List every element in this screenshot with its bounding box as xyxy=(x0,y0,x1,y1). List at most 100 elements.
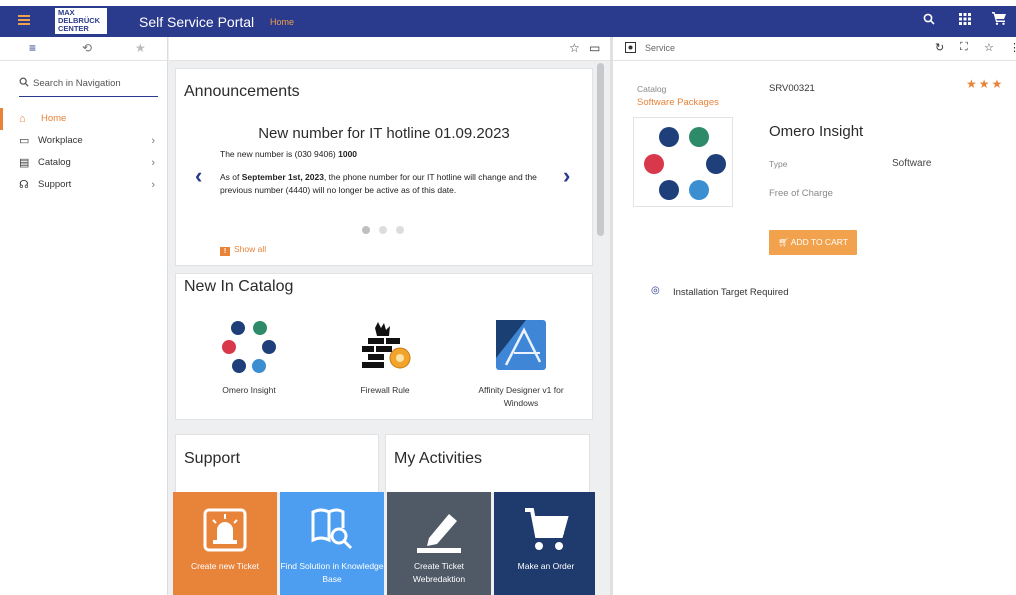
content-scrollbar[interactable] xyxy=(595,61,607,595)
nav-list: ⌂ Home ▭ Workplace › ▤ Catalog › ☊ Suppo… xyxy=(0,108,167,196)
announcements-card: Announcements New number for IT hotline … xyxy=(175,68,593,266)
home-icon: ⌂ xyxy=(19,113,26,125)
apps-grid-icon[interactable] xyxy=(956,12,974,28)
support-title: Support xyxy=(184,450,241,467)
add-to-cart-button[interactable]: 🛒︎ ADD TO CART xyxy=(769,230,857,255)
favorite-star-icon[interactable]: ☆ xyxy=(569,41,580,55)
sidebar-item-support[interactable]: ☊ Support › xyxy=(0,174,167,196)
my-activities-card: My Activities xyxy=(385,434,590,494)
book-search-icon xyxy=(311,508,353,550)
announcement-headline: New number for IT hotline 01.09.2023 xyxy=(258,125,510,142)
sidebar-item-label: Support xyxy=(38,179,72,190)
type-label: Type xyxy=(769,159,788,169)
service-detail-panel: Service ↻ ⛶ ☆ ⋮ Catalog Software Package… xyxy=(613,37,1016,595)
announcement-text: The new number is (030 9406) xyxy=(220,149,339,159)
refresh-icon[interactable]: ↻ xyxy=(935,41,944,54)
cart-icon[interactable] xyxy=(990,12,1008,28)
add-to-cart-label: ADD TO CART xyxy=(790,237,848,247)
chevron-right-icon[interactable]: › xyxy=(563,163,570,189)
show-all-link[interactable]: ! Show all xyxy=(220,244,266,256)
navigation-search[interactable]: Search in Navigation xyxy=(19,75,158,97)
chevron-right-icon: › xyxy=(151,179,155,191)
more-options-icon[interactable]: ⋮ xyxy=(1009,41,1016,54)
favorite-star-icon[interactable]: ☆ xyxy=(984,41,994,54)
announcement-text-2: As of September 1st, 2023, the phone num… xyxy=(220,171,550,197)
logo-line: CENTER xyxy=(58,24,89,33)
search-icon xyxy=(19,77,29,90)
carousel-dot[interactable] xyxy=(362,226,370,234)
catalog-label: Catalog xyxy=(637,84,667,94)
chevron-right-icon: › xyxy=(151,157,155,169)
tile-label: Find Solution in Knowledge Base xyxy=(280,561,384,584)
support-card: Support xyxy=(175,434,379,494)
knowledge-base-tile[interactable]: Find Solution in Knowledge Base xyxy=(280,492,384,595)
rating-stars: ★★★ xyxy=(966,77,1005,91)
sidebar-item-workplace[interactable]: ▭ Workplace › xyxy=(0,130,167,152)
announcement-text-1: The new number is (030 9406) 1000 xyxy=(220,149,357,159)
alert-icon: ! xyxy=(220,247,230,256)
type-value: Software xyxy=(892,158,932,169)
shopping-cart-icon xyxy=(525,508,569,550)
pencil-icon xyxy=(417,514,461,553)
top-bar: MAX DELBRÜCK CENTER Self Service Portal … xyxy=(0,0,1016,37)
laptop-icon: ▭ xyxy=(19,135,30,147)
tile-label: Create Ticket Webredaktion xyxy=(412,561,466,584)
catalog-item-label: Firewall Rule xyxy=(360,385,410,395)
catalog-link[interactable]: Software Packages xyxy=(637,97,719,108)
list-icon[interactable]: ≡ xyxy=(29,41,36,55)
navigation-sidebar: ≡ ⟲ ★ Search in Navigation ⌂ Home ▭ Work… xyxy=(0,37,168,595)
logo[interactable]: MAX DELBRÜCK CENTER xyxy=(55,8,107,34)
new-in-catalog-card: New In Catalog Omero Insight Firewall Ru… xyxy=(175,273,593,420)
expand-icon[interactable]: ⛶ xyxy=(960,41,968,54)
target-icon: ◎ xyxy=(651,285,660,296)
scrollbar-thumb[interactable] xyxy=(597,63,604,236)
sidebar-item-label: Workplace xyxy=(38,135,83,146)
sidebar-tabs: ≡ ⟲ ★ xyxy=(0,37,167,61)
service-icon xyxy=(625,42,637,57)
chevron-right-icon: › xyxy=(151,135,155,147)
app-title[interactable]: Self Service Portal xyxy=(139,14,254,30)
firewall-icon xyxy=(362,322,411,369)
search-icon[interactable] xyxy=(920,12,938,28)
carousel-dot[interactable] xyxy=(396,226,404,234)
catalog-icon: ▤ xyxy=(19,157,30,169)
cart-icon: 🛒︎ xyxy=(778,237,791,247)
carousel-dots xyxy=(362,223,413,237)
installation-target-note: Installation Target Required xyxy=(673,287,789,298)
service-name: Omero Insight xyxy=(769,123,864,140)
service-panel-toolbar: Service ↻ ⛶ ☆ ⋮ xyxy=(613,37,1016,61)
show-all-label: Show all xyxy=(234,244,267,254)
tile-label: Create new Ticket xyxy=(190,561,260,571)
make-an-order-tile[interactable]: Make an Order xyxy=(494,492,598,595)
create-new-ticket-tile[interactable]: Create new Ticket xyxy=(173,492,277,595)
my-activities-title: My Activities xyxy=(394,450,483,467)
favorites-star-icon[interactable]: ★ xyxy=(135,41,146,55)
omero-logo xyxy=(644,127,726,200)
affinity-designer-icon xyxy=(496,320,546,370)
new-in-catalog-title: New In Catalog xyxy=(184,278,294,295)
sidebar-item-catalog[interactable]: ▤ Catalog › xyxy=(0,152,167,174)
service-panel-title: Service xyxy=(645,43,676,53)
content-toolbar: ☆ ▭ xyxy=(169,37,610,61)
carousel-dot[interactable] xyxy=(379,226,387,234)
catalog-item-label: Affinity Designer v1 for Windows xyxy=(478,385,564,408)
create-ticket-webredaktion-tile[interactable]: Create Ticket Webredaktion xyxy=(387,492,491,595)
sidebar-item-label: Home xyxy=(41,113,67,124)
alarm-ticket-icon xyxy=(203,508,247,552)
search-input[interactable]: Search in Navigation xyxy=(33,78,121,89)
announcements-title: Announcements xyxy=(184,83,300,100)
headset-icon: ☊ xyxy=(19,179,29,191)
hotline-number: 1000 xyxy=(338,149,358,159)
service-id: SRV00321 xyxy=(769,83,815,94)
sidebar-item-label: Catalog xyxy=(38,157,71,168)
catalog-item-label: Omero Insight xyxy=(222,385,276,395)
breadcrumb-home[interactable]: Home xyxy=(270,17,294,27)
chevron-left-icon[interactable]: ‹ xyxy=(195,163,202,189)
price-text: Free of Charge xyxy=(769,188,833,199)
announcement-date: September 1st, 2023 xyxy=(241,172,324,182)
menu-icon[interactable] xyxy=(18,15,30,25)
window-icon[interactable]: ▭ xyxy=(589,41,600,55)
history-icon[interactable]: ⟲ xyxy=(82,41,92,55)
sidebar-item-home[interactable]: ⌂ Home xyxy=(0,108,167,130)
service-image xyxy=(633,117,733,207)
